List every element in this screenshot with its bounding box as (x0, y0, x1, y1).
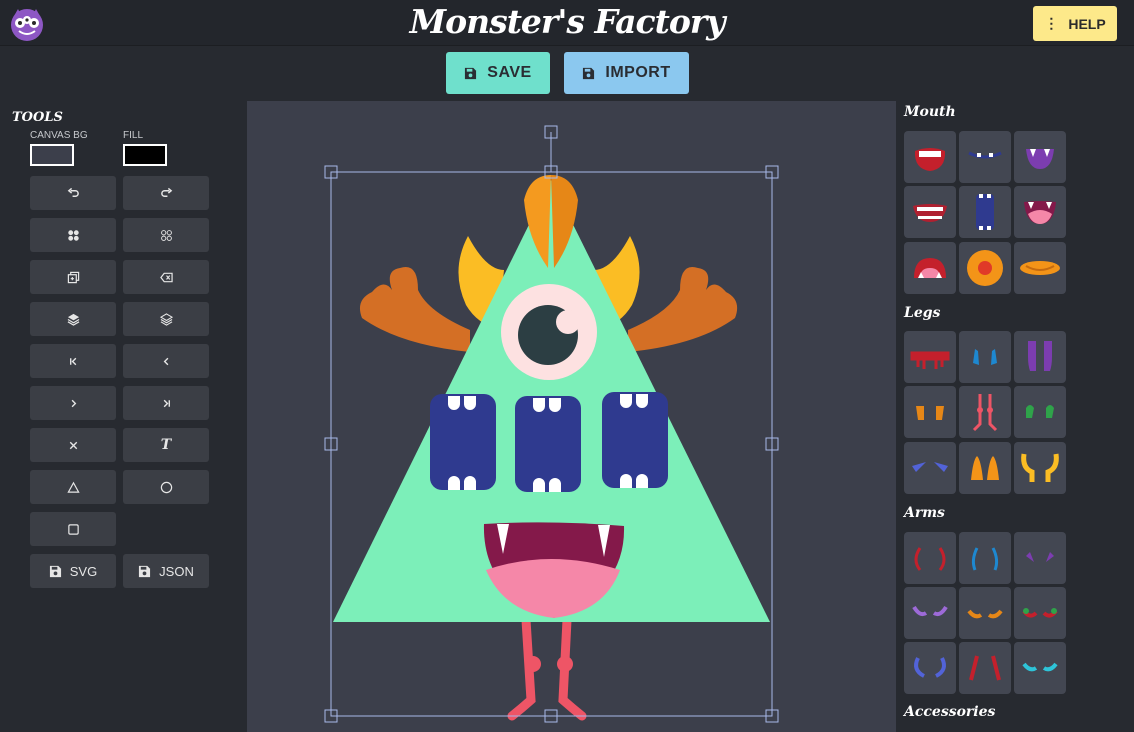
legs-part-7[interactable] (904, 442, 956, 494)
floppy-disk-icon (49, 565, 61, 577)
mouth-part-2[interactable] (959, 131, 1011, 183)
duplicate-button[interactable] (30, 260, 116, 294)
square-icon (67, 523, 79, 535)
undo-icon (67, 187, 79, 197)
tools-title: TOOLS (12, 110, 63, 125)
fill-label: FILL (123, 130, 144, 141)
arms-part-4[interactable] (904, 587, 956, 639)
monster-legs[interactable] (507, 615, 587, 721)
app-header: Monster's Factory ⋮ HELP (0, 0, 1134, 46)
floppy-disk-icon (583, 67, 595, 79)
mouth-part-6[interactable] (1014, 186, 1066, 238)
legs-part-3[interactable] (1014, 331, 1066, 383)
duplicate-icon (67, 271, 79, 283)
arms-part-6[interactable] (1014, 587, 1066, 639)
floppy-disk-icon (139, 565, 151, 577)
import-label: IMPORT (605, 64, 671, 81)
export-svg-button[interactable]: SVG (30, 554, 116, 588)
mouth-part-8[interactable] (959, 242, 1011, 294)
next-button[interactable] (30, 386, 116, 420)
add-triangle-button[interactable] (30, 470, 116, 504)
mouth-part-7[interactable] (904, 242, 956, 294)
group-icon (67, 229, 79, 241)
layers-outline-icon (159, 312, 173, 326)
chevron-left-icon (163, 357, 168, 365)
circle-icon (160, 481, 172, 493)
ungroup-button[interactable] (123, 218, 209, 252)
mouth-part-1[interactable] (904, 131, 956, 183)
add-square-button[interactable] (30, 512, 116, 546)
legs-part-2[interactable] (959, 331, 1011, 383)
chevron-first-icon (69, 357, 76, 365)
previous-button[interactable] (123, 344, 209, 378)
help-button[interactable]: ⋮ HELP (1033, 6, 1117, 41)
bring-forward-button[interactable] (30, 302, 116, 336)
app-title: Monster's Factory (409, 2, 726, 41)
arms-part-8[interactable] (959, 642, 1011, 694)
group-button[interactable] (30, 218, 116, 252)
chevron-last-icon (163, 399, 170, 407)
mouth-section-title: Mouth (904, 104, 956, 120)
delete-button[interactable] (123, 260, 209, 294)
monster-eye[interactable] (501, 284, 597, 380)
export-json-label: JSON (159, 563, 194, 579)
arms-section-title: Arms (904, 505, 945, 521)
monster-artwork[interactable] (247, 101, 896, 732)
export-svg-label: SVG (69, 563, 98, 579)
triangle-icon (66, 481, 80, 493)
import-button[interactable]: IMPORT (564, 52, 689, 94)
text-icon: T (160, 437, 172, 453)
arms-part-5[interactable] (959, 587, 1011, 639)
legs-part-6[interactable] (1014, 386, 1066, 438)
mouth-part-9[interactable] (1014, 242, 1066, 294)
fill-color-picker[interactable] (123, 144, 167, 166)
legs-part-1[interactable] (904, 331, 956, 383)
legs-section-title: Legs (904, 305, 941, 321)
arms-part-2[interactable] (959, 532, 1011, 584)
drawing-canvas[interactable] (247, 101, 896, 732)
arms-part-3[interactable] (1014, 532, 1066, 584)
backspace-icon (159, 272, 173, 282)
mouth-part-3[interactable] (1014, 131, 1066, 183)
more-vertical-icon: ⋮ (1044, 15, 1059, 31)
redo-button[interactable] (123, 176, 209, 210)
floppy-disk-icon (465, 67, 477, 79)
ungroup-icon (160, 229, 172, 241)
mouth-part-4[interactable] (904, 186, 956, 238)
accessories-section-title: Accessories (904, 704, 996, 720)
layers-icon (67, 313, 79, 326)
legs-part-4[interactable] (904, 386, 956, 438)
legs-part-5[interactable] (959, 386, 1011, 438)
canvas-bg-color-picker[interactable] (30, 144, 74, 166)
first-button[interactable] (30, 344, 116, 378)
legs-part-8[interactable] (959, 442, 1011, 494)
last-button[interactable] (123, 386, 209, 420)
add-text-button[interactable]: T (123, 428, 209, 462)
canvas-bg-label: CANVAS BG (30, 130, 88, 141)
mouth-part-5[interactable] (959, 186, 1011, 238)
save-button[interactable]: SAVE (446, 52, 550, 94)
chevron-right-icon (71, 399, 76, 407)
monster-teeth-mouths[interactable] (430, 392, 668, 492)
legs-part-9[interactable] (1014, 442, 1066, 494)
close-icon (69, 441, 77, 449)
clear-button[interactable] (30, 428, 116, 462)
export-json-button[interactable]: JSON (123, 554, 209, 588)
send-backward-button[interactable] (123, 302, 209, 336)
arms-part-9[interactable] (1014, 642, 1066, 694)
arms-part-1[interactable] (904, 532, 956, 584)
redo-icon (160, 187, 172, 197)
add-circle-button[interactable] (123, 470, 209, 504)
help-label: HELP (1068, 15, 1106, 32)
undo-button[interactable] (30, 176, 116, 210)
save-label: SAVE (487, 64, 532, 81)
arms-part-7[interactable] (904, 642, 956, 694)
